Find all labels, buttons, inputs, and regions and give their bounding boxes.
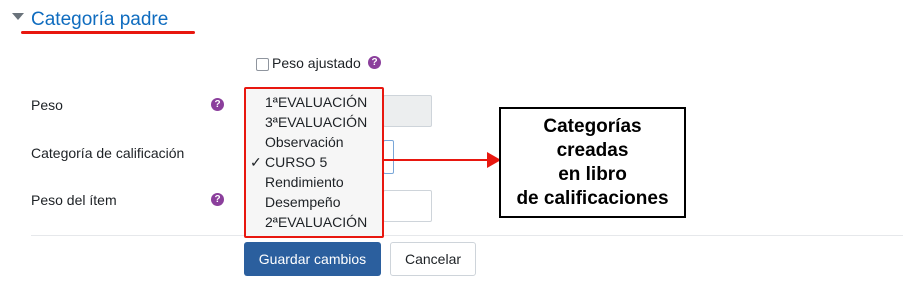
callout-line: en libro [558,164,627,185]
callout-line: Categorías [543,116,642,137]
dropdown-option-label: 2ªEVALUACIÓN [265,214,368,230]
save-button[interactable]: Guardar cambios [244,242,381,276]
annotation-callout: Categorías creadas en libro de calificac… [499,107,686,218]
collapse-toggle-icon[interactable] [12,13,24,20]
dropdown-option-label: Rendimiento [265,174,344,190]
help-icon[interactable]: ? [368,56,381,69]
annotation-arrow-line [383,159,489,161]
peso-item-input[interactable] [383,190,432,222]
dropdown-option-label: Observación [265,134,344,150]
annotation-underline [21,31,195,34]
peso-label: Peso [31,97,63,113]
dropdown-option[interactable]: Observación [246,132,382,152]
peso-item-label: Peso del ítem [31,192,117,208]
dropdown-option-selected[interactable]: ✓ CURSO 5 [246,152,382,172]
categoria-label: Categoría de calificación [31,145,185,161]
peso-ajustado-label: Peso ajustado [272,55,361,71]
divider [31,235,903,236]
callout-line: de calificaciones [516,188,669,209]
dropdown-option[interactable]: Rendimiento [246,172,382,192]
dropdown-option[interactable]: 3ªEVALUACIÓN [246,112,382,132]
help-icon[interactable]: ? [211,98,224,111]
dropdown-option[interactable]: Desempeño [246,192,382,212]
help-icon[interactable]: ? [211,193,224,206]
peso-ajustado-checkbox[interactable] [256,58,269,71]
dropdown-option-label: CURSO 5 [265,154,328,170]
section-title[interactable]: Categoría padre [31,9,168,31]
categoria-select[interactable] [383,140,394,174]
dropdown-option[interactable]: 2ªEVALUACIÓN [246,212,382,232]
dropdown-option[interactable]: 1ªEVALUACIÓN [246,92,382,112]
cancel-button[interactable]: Cancelar [390,242,476,276]
dropdown-option-label: 1ªEVALUACIÓN [265,94,368,110]
dropdown-option-label: 3ªEVALUACIÓN [265,114,368,130]
peso-input[interactable] [383,95,432,127]
callout-line: creadas [556,140,629,161]
checkmark-icon: ✓ [250,154,262,170]
dropdown-option-label: Desempeño [265,194,341,210]
category-dropdown-list[interactable]: 1ªEVALUACIÓN 3ªEVALUACIÓN Observación ✓ … [244,87,384,238]
